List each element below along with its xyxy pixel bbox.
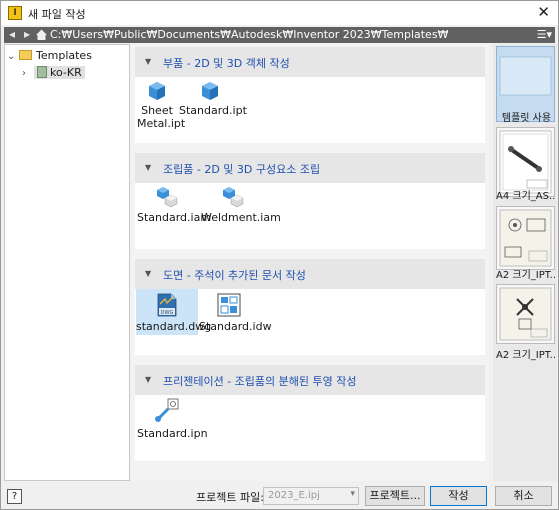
chevron-right-icon[interactable]: › — [22, 68, 34, 79]
file-sheet-metal-ipt[interactable]: Sheet Metal.ipt — [137, 77, 185, 130]
blank-sheet-icon — [499, 56, 552, 96]
idw-drawing-icon — [217, 293, 241, 317]
part-cube-icon — [202, 82, 218, 100]
create-button[interactable]: 작성 — [430, 486, 487, 506]
folder-tree: ⌄ Templates › ko-KR — [4, 44, 130, 481]
close-icon[interactable]: ✕ — [537, 3, 550, 21]
collapse-arrow-icon[interactable]: ▼ — [145, 57, 151, 66]
presentation-icon — [155, 398, 179, 422]
back-arrow-icon[interactable]: ◂ — [5, 28, 19, 42]
chevron-down-icon: ▾ — [350, 489, 355, 499]
a2-drawing-preview — [499, 209, 552, 267]
file-weldment-iam[interactable]: Weldment.iam — [201, 183, 281, 224]
path-bar: ◂ ▸ C:₩Users₩Public₩Documents₩Autodesk₩I… — [4, 27, 555, 43]
template-list: ▼ 부품 - 2D 및 3D 객체 작성 Sheet Metal.ipt Sta… — [131, 44, 489, 481]
section-drawing: ▼ 도면 - 주석이 추가된 문서 작성 DWG standard.dwg St… — [135, 259, 485, 355]
a2-drawing-preview — [499, 287, 552, 341]
template-use-label: 템플릿 사용 — [501, 113, 552, 124]
project-file-label: 프로젝트 파일: — [196, 491, 264, 504]
collapse-arrow-icon[interactable]: ▼ — [145, 163, 151, 172]
file-name: Sheet Metal.ipt — [137, 104, 186, 130]
project-file-select[interactable]: 2023_E.ipj ▾ — [263, 487, 359, 505]
template-preview-sidebar: 템플릿 사용 A4 크기_AS... A2 크기_IPT... A2 크기_IP… — [493, 44, 557, 481]
cancel-button[interactable]: 취소 — [495, 486, 552, 506]
inventor-app-icon: I — [8, 6, 22, 20]
chevron-down-icon[interactable]: ⌄ — [7, 51, 19, 62]
section-header[interactable]: ▼ 부품 - 2D 및 3D 객체 작성 — [135, 47, 485, 77]
folder-icon — [19, 50, 32, 60]
home-icon[interactable] — [35, 28, 48, 41]
thumb-a2-ipt-1[interactable] — [496, 206, 555, 270]
part-cube-icon — [149, 82, 165, 100]
section-body: Standard.ipn — [135, 395, 485, 461]
section-body: DWG standard.dwg Standard.idw — [135, 289, 485, 355]
help-icon[interactable]: ? — [7, 489, 22, 504]
file-name: Standard.ipn — [137, 427, 208, 440]
tree-item-ko-kr[interactable]: › ko-KR — [22, 66, 85, 81]
section-header[interactable]: ▼ 도면 - 주석이 추가된 문서 작성 — [135, 259, 485, 289]
title-bar: I 새 파일 작성 ✕ — [1, 1, 558, 25]
file-name: Standard.iam — [137, 211, 212, 224]
new-file-dialog: I 새 파일 작성 ✕ ◂ ▸ C:₩Users₩Public₩Document… — [0, 0, 559, 510]
assembly-icon — [157, 187, 178, 208]
thumb-a2-ipt-2[interactable] — [496, 284, 555, 344]
file-standard-ipt[interactable]: Standard.ipt — [179, 77, 247, 117]
path-text[interactable]: C:₩Users₩Public₩Documents₩Autodesk₩Inven… — [50, 28, 448, 41]
view-options-icon[interactable]: ☰▾ — [537, 28, 552, 41]
assembly-icon — [223, 187, 244, 208]
projects-button[interactable]: 프로젝트... — [365, 486, 425, 506]
file-name: Standard.ipt — [179, 104, 247, 117]
section-body: Sheet Metal.ipt Standard.ipt — [135, 77, 485, 143]
file-standard-dwg[interactable]: DWG standard.dwg — [136, 289, 211, 335]
a4-drawing-preview — [499, 130, 552, 194]
tree-item-label: Templates — [36, 49, 92, 62]
section-header[interactable]: ▼ 프리젠테이션 - 조립품의 분해된 투영 작성 — [135, 365, 485, 395]
file-standard-iam[interactable]: Standard.iam — [137, 183, 211, 224]
dwg-badge-text: DWG — [161, 310, 174, 316]
section-body: Standard.iam Weldment.iam — [135, 183, 485, 249]
forward-arrow-icon[interactable]: ▸ — [20, 28, 34, 42]
file-standard-ipn[interactable]: Standard.ipn — [137, 395, 208, 440]
thumb-label: A2 크기_IPT... — [496, 350, 556, 361]
dialog-footer: ? 프로젝트 파일: 2023_E.ipj ▾ 프로젝트... 작성 취소 — [1, 483, 558, 509]
section-title: 프리젠테이션 - 조립품의 분해된 투영 작성 — [163, 375, 357, 388]
thumb-label: A4 크기_AS... — [496, 191, 556, 202]
collapse-arrow-icon[interactable]: ▼ — [145, 269, 151, 278]
section-assembly: ▼ 조립품 - 2D 및 3D 구성요소 조립 Standard.iam Wel… — [135, 153, 485, 249]
folder-icon — [37, 66, 47, 78]
template-use-thumb[interactable]: 템플릿 사용 — [496, 46, 555, 124]
file-name: Weldment.iam — [201, 211, 281, 224]
dialog-title: 새 파일 작성 — [28, 8, 86, 21]
section-header[interactable]: ▼ 조립품 - 2D 및 3D 구성요소 조립 — [135, 153, 485, 183]
project-file-value: 2023_E.ipj — [268, 490, 320, 501]
file-standard-idw[interactable]: Standard.idw — [199, 289, 272, 333]
section-presentation: ▼ 프리젠테이션 - 조립품의 분해된 투영 작성 Standard.ipn — [135, 365, 485, 461]
tree-item-templates[interactable]: ⌄ Templates — [7, 49, 92, 64]
section-title: 조립품 - 2D 및 3D 구성요소 조립 — [163, 163, 321, 176]
dwg-drawing-icon: DWG — [157, 293, 177, 317]
section-title: 도면 - 주석이 추가된 문서 작성 — [163, 269, 306, 282]
collapse-arrow-icon[interactable]: ▼ — [145, 375, 151, 384]
file-name: Standard.idw — [199, 320, 272, 333]
section-title: 부품 - 2D 및 3D 객체 작성 — [163, 57, 290, 70]
thumb-label: A2 크기_IPT... — [496, 270, 556, 281]
section-part: ▼ 부품 - 2D 및 3D 객체 작성 Sheet Metal.ipt Sta… — [135, 47, 485, 143]
tree-item-label: ko-KR — [50, 66, 82, 79]
